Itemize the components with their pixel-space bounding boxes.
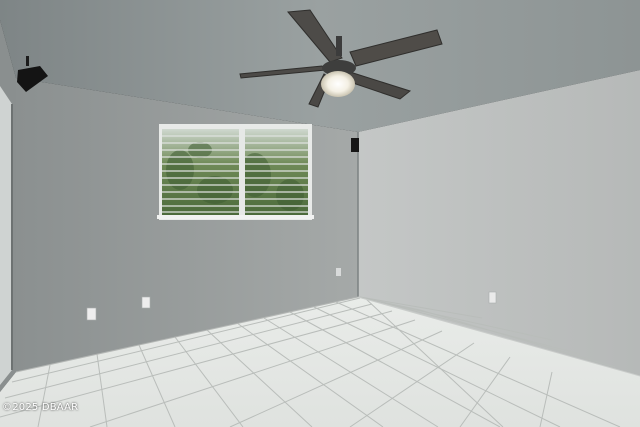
power-outlet xyxy=(336,268,341,276)
window-sill xyxy=(157,215,314,219)
fan-downrod xyxy=(336,36,342,56)
window-mullion xyxy=(239,129,245,216)
window xyxy=(157,124,314,220)
ceiling-light xyxy=(321,71,355,97)
power-outlet xyxy=(488,291,497,304)
empty-room-photo: ©2025 DBAAR xyxy=(0,0,640,427)
copyright-watermark: ©2025 DBAAR xyxy=(2,402,79,413)
closet-door xyxy=(0,86,13,385)
power-outlet xyxy=(86,307,97,321)
power-outlet xyxy=(141,296,151,309)
room-scene xyxy=(0,0,640,427)
wall-speaker-corner xyxy=(351,138,359,152)
